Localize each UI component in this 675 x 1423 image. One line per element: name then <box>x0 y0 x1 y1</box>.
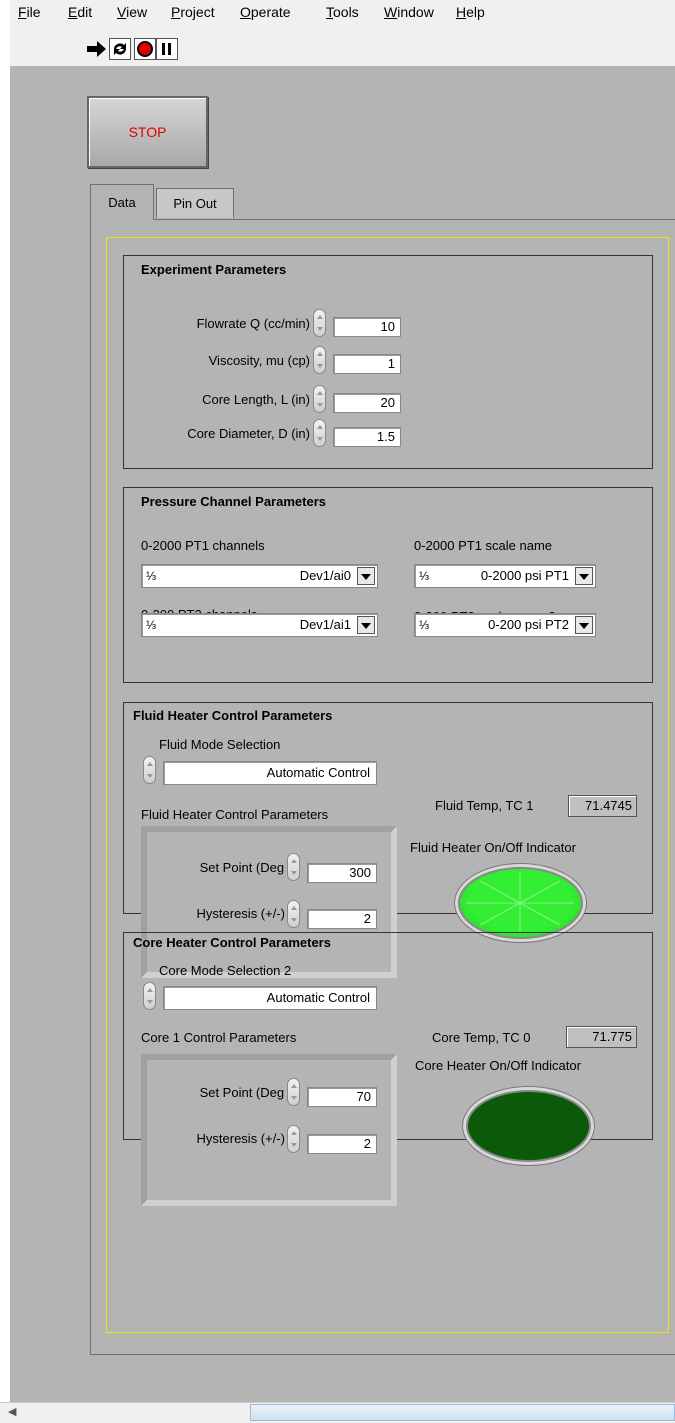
pt1-scale-label: 0-2000 PT1 scale name <box>414 538 553 553</box>
core-length-label: Core Length, L (in) <box>202 392 310 407</box>
fluid-heater-led <box>458 867 583 939</box>
fluid-cluster-label: Fluid Heater Control Parameters <box>141 807 329 822</box>
pause-icon[interactable] <box>156 38 178 60</box>
io-icon: ⅓ <box>419 618 430 632</box>
dropdown-arrow-icon[interactable] <box>575 616 593 634</box>
core-diameter-spinner[interactable] <box>313 419 326 447</box>
toolbar <box>10 32 675 67</box>
core-hysteresis-input[interactable]: 2 <box>307 1134 377 1154</box>
core-mode-label: Core Mode Selection 2 <box>159 963 292 978</box>
group-title: Core Heater Control Parameters <box>133 935 331 950</box>
pt1-scale-value: 0-2000 psi PT1 <box>480 568 569 583</box>
fluid-mode-select[interactable]: Automatic Control <box>163 761 377 785</box>
io-icon: ⅓ <box>146 618 157 632</box>
group-title: Fluid Heater Control Parameters <box>133 708 333 723</box>
menu-edit[interactable]: Edit <box>68 4 92 20</box>
dropdown-arrow-icon[interactable] <box>357 616 375 634</box>
menu-project[interactable]: Project <box>171 4 215 20</box>
fluid-hysteresis-input[interactable]: 2 <box>307 909 377 929</box>
group-title: Pressure Channel Parameters <box>141 494 326 509</box>
io-icon: ⅓ <box>146 569 157 583</box>
fluid-setpoint-input[interactable]: 300 <box>307 863 377 883</box>
core-cluster-label: Core 1 Control Parameters <box>141 1030 297 1045</box>
core-mode-select[interactable]: Automatic Control <box>163 986 377 1010</box>
fluid-indicator-label: Fluid Heater On/Off Indicator <box>410 840 576 855</box>
scrollbar-thumb[interactable] <box>250 1404 675 1421</box>
flowrate-input[interactable]: 10 <box>333 317 401 337</box>
pt2-channels-value: Dev1/ai1 <box>299 617 351 632</box>
pt1-channels-select[interactable]: ⅓ Dev1/ai0 <box>141 564 378 588</box>
tab-data[interactable]: Data <box>90 184 154 220</box>
fluid-hysteresis-label: Hysteresis (+/-) <box>196 906 285 921</box>
dropdown-arrow-icon[interactable] <box>575 567 593 585</box>
core-setpoint-spinner[interactable] <box>287 1078 300 1106</box>
core-indicator-label: Core Heater On/Off Indicator <box>415 1058 581 1073</box>
scroll-left-icon[interactable]: ◀ <box>8 1405 16 1418</box>
fluid-mode-label: Fluid Mode Selection <box>159 737 281 752</box>
pt1-channels-label: 0-2000 PT1 channels <box>141 538 265 553</box>
menu-window[interactable]: Window <box>384 4 434 20</box>
core-diameter-input[interactable]: 1.5 <box>333 427 401 447</box>
fluid-mode-spinner[interactable] <box>143 756 156 784</box>
window-left-edge <box>0 0 10 1422</box>
menu-view[interactable]: View <box>117 4 147 20</box>
pt1-channels-value: Dev1/ai0 <box>299 568 351 583</box>
core-setpoint-input[interactable]: 70 <box>307 1087 377 1107</box>
core-hysteresis-spinner[interactable] <box>287 1125 300 1153</box>
viscosity-spinner[interactable] <box>313 346 326 374</box>
pt2-scale-select[interactable]: ⅓ 0-200 psi PT2 <box>414 613 596 637</box>
dropdown-arrow-icon[interactable] <box>357 567 375 585</box>
core-setpoint-label: Set Point (Deg F) <box>199 1085 300 1100</box>
fluid-hysteresis-spinner[interactable] <box>287 900 300 928</box>
fluid-temp-label: Fluid Temp, TC 1 <box>435 798 534 813</box>
tab-pin-out[interactable]: Pin Out <box>156 188 234 218</box>
run-arrow-icon[interactable] <box>86 38 108 60</box>
viscosity-input[interactable]: 1 <box>333 354 401 374</box>
core-temp-indicator: 71.775 <box>566 1026 637 1048</box>
run-continuously-icon[interactable] <box>109 38 131 60</box>
core-control-cluster <box>141 1054 397 1206</box>
pt2-scale-value: 0-200 psi PT2 <box>488 617 569 632</box>
abort-icon[interactable] <box>134 38 156 60</box>
core-temp-label: Core Temp, TC 0 <box>432 1030 531 1045</box>
menu-bar: File Edit View Project Operate Tools Win… <box>0 0 675 32</box>
core-heater-led <box>466 1090 591 1162</box>
menu-operate[interactable]: Operate <box>240 4 291 20</box>
fluid-temp-indicator: 71.4745 <box>568 795 637 817</box>
core-length-input[interactable]: 20 <box>333 393 401 413</box>
group-title: Experiment Parameters <box>141 262 287 277</box>
fluid-setpoint-spinner[interactable] <box>287 853 300 881</box>
menu-help[interactable]: Help <box>456 4 485 20</box>
core-hysteresis-label: Hysteresis (+/-) <box>196 1131 285 1146</box>
io-icon: ⅓ <box>419 569 430 583</box>
pt2-channels-select[interactable]: ⅓ Dev1/ai1 <box>141 613 378 637</box>
flowrate-spinner[interactable] <box>313 309 326 337</box>
core-mode-spinner[interactable] <box>143 982 156 1010</box>
menu-tools[interactable]: Tools <box>326 4 359 20</box>
flowrate-label: Flowrate Q (cc/min) <box>196 316 310 331</box>
fluid-setpoint-label: Set Point (Deg F) <box>199 860 300 875</box>
menu-file[interactable]: File <box>18 4 41 20</box>
stop-button[interactable]: STOP <box>87 96 208 168</box>
pt1-scale-select[interactable]: ⅓ 0-2000 psi PT1 <box>414 564 596 588</box>
viscosity-label: Viscosity, mu (cp) <box>208 353 310 368</box>
core-diameter-label: Core Diameter, D (in) <box>187 426 310 441</box>
core-length-spinner[interactable] <box>313 385 326 413</box>
